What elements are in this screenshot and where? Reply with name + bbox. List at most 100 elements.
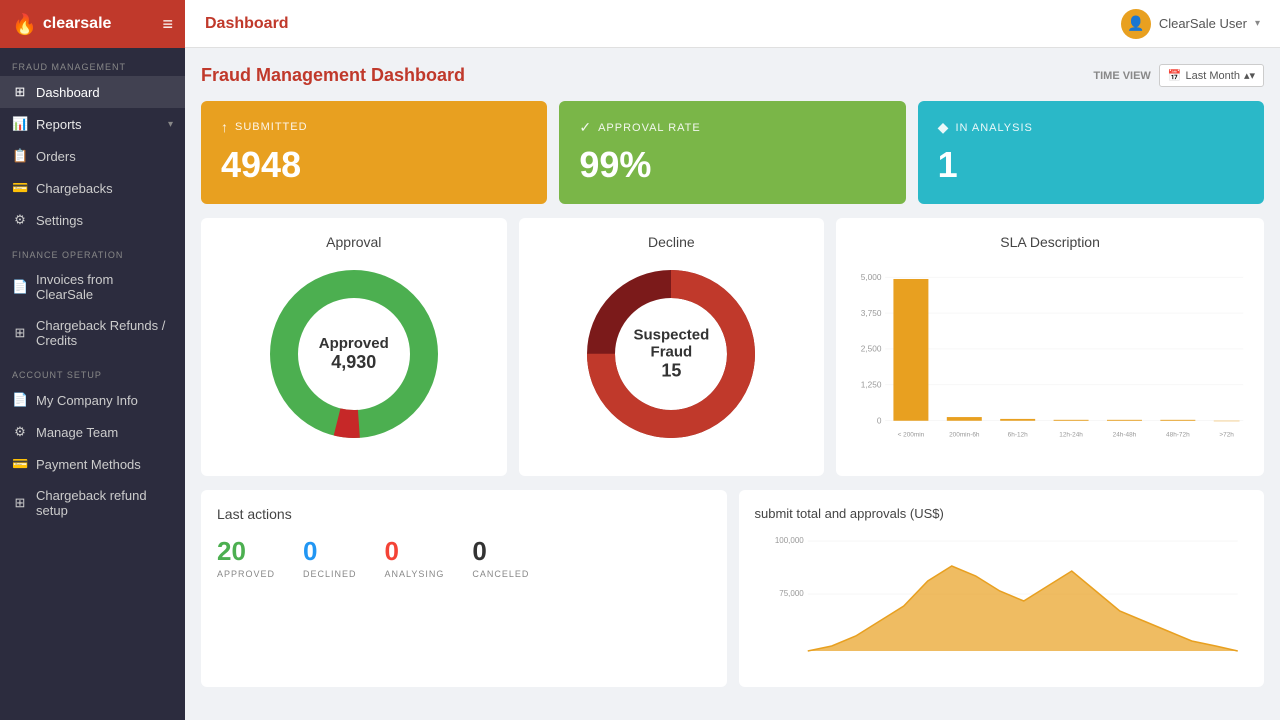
canceled-label: CANCELED (472, 569, 529, 579)
approval-rate-value: 99% (579, 144, 885, 186)
approval-rate-icon: ✓ (579, 119, 592, 136)
dashboard-icon: ⊞ (12, 84, 28, 100)
area-chart: 100,000 75,000 (755, 531, 1249, 671)
sla-bar-chart: 5,000 3,750 2,500 1,250 0 (852, 260, 1248, 460)
sidebar-label-chargeback-setup: Chargeback refund setup (36, 488, 173, 518)
main-content: Dashboard 👤 ClearSale User ▾ Fraud Manag… (185, 0, 1280, 720)
time-view-label: TIME VIEW (1093, 70, 1150, 82)
user-name: ClearSale User (1159, 16, 1247, 31)
svg-text:5,000: 5,000 (861, 273, 882, 282)
reports-icon: 📊 (12, 116, 28, 132)
svg-text:75,000: 75,000 (779, 589, 804, 598)
sidebar-label-settings: Settings (36, 213, 173, 228)
app-logo: 🔥 clearsale (12, 12, 111, 37)
time-period-selector[interactable]: 📅 Last Month ▴▾ (1159, 64, 1264, 87)
avatar: 👤 (1121, 9, 1151, 39)
reports-arrow-icon: ▾ (168, 119, 173, 130)
stats-row: ↑ SUBMITTED 4948 ✓ APPROVAL RATE 99% ◆ I… (201, 101, 1264, 204)
sidebar-item-chargebacks[interactable]: 💳 Chargebacks (0, 172, 185, 204)
approval-donut-center: Approved 4,930 (319, 335, 389, 373)
dashboard-content: Fraud Management Dashboard TIME VIEW 📅 L… (185, 48, 1280, 720)
sidebar-section-fraud: FRAUD MANAGEMENT (0, 48, 185, 76)
in-analysis-icon: ◆ (938, 119, 950, 136)
svg-text:200min-6h: 200min-6h (949, 431, 980, 438)
in-analysis-value: 1 (938, 144, 1244, 186)
svg-text:24h-48h: 24h-48h (1113, 431, 1137, 438)
declined-label: DECLINED (303, 569, 357, 579)
company-icon: 📄 (12, 392, 28, 408)
sidebar-label-dashboard: Dashboard (36, 85, 173, 100)
action-analysing: 0 ANALYSING (385, 536, 445, 579)
time-view-control: TIME VIEW 📅 Last Month ▴▾ (1093, 64, 1264, 87)
sidebar-label-payment-methods: Payment Methods (36, 457, 173, 472)
user-dropdown-icon: ▾ (1255, 18, 1260, 29)
svg-text:< 200min: < 200min (898, 431, 925, 438)
sla-chart-title: SLA Description (852, 234, 1248, 250)
svg-text:6h-12h: 6h-12h (1008, 431, 1028, 438)
team-icon: ⚙ (12, 424, 28, 440)
sidebar-label-reports: Reports (36, 117, 160, 132)
svg-text:12h-24h: 12h-24h (1059, 431, 1083, 438)
dashboard-header: Fraud Management Dashboard TIME VIEW 📅 L… (201, 64, 1264, 87)
area-chart-card: submit total and approvals (US$) 100,000… (739, 490, 1265, 687)
in-analysis-label: IN ANALYSIS (955, 122, 1032, 134)
approval-center-value: 4,930 (319, 352, 389, 373)
sidebar-item-invoices[interactable]: 📄 Invoices from ClearSale (0, 264, 185, 310)
sidebar-label-chargebacks: Chargebacks (36, 181, 173, 196)
last-actions-title: Last actions (217, 506, 711, 522)
actions-stats: 20 APPROVED 0 DECLINED 0 ANALYSING 0 CAN… (217, 536, 711, 579)
sidebar-item-payment-methods[interactable]: 💳 Payment Methods (0, 448, 185, 480)
action-declined: 0 DECLINED (303, 536, 357, 579)
action-approved: 20 APPROVED (217, 536, 275, 579)
chargebacks-icon: 💳 (12, 180, 28, 196)
svg-text:3,750: 3,750 (861, 309, 882, 318)
payment-icon: 💳 (12, 456, 28, 472)
last-actions-card: Last actions 20 APPROVED 0 DECLINED 0 AN… (201, 490, 727, 687)
sidebar-item-settings[interactable]: ⚙ Settings (0, 204, 185, 236)
top-bar: Dashboard 👤 ClearSale User ▾ (185, 0, 1280, 48)
sidebar-item-my-company[interactable]: 📄 My Company Info (0, 384, 185, 416)
logo-icon: 🔥 (12, 12, 37, 37)
chargeback-setup-icon: ⊞ (12, 495, 28, 511)
stat-approval-rate: ✓ APPROVAL RATE 99% (559, 101, 905, 204)
invoices-icon: 📄 (12, 279, 28, 295)
decline-chart-card: Decline Suspected Fraud 15 (519, 218, 825, 476)
chargeback-refunds-icon: ⊞ (12, 325, 28, 341)
sidebar-item-reports[interactable]: 📊 Reports ▾ (0, 108, 185, 140)
approval-chart-card: Approval Approved 4,930 (201, 218, 507, 476)
sidebar-item-orders[interactable]: 📋 Orders (0, 140, 185, 172)
dashboard-title: Fraud Management Dashboard (201, 65, 465, 86)
hamburger-button[interactable]: ≡ (162, 14, 173, 35)
decline-donut-center: Suspected Fraud 15 (626, 327, 716, 382)
decline-center-label: Suspected Fraud (626, 327, 716, 361)
sidebar-item-dashboard[interactable]: ⊞ Dashboard (0, 76, 185, 108)
settings-icon: ⚙ (12, 212, 28, 228)
sidebar-item-chargeback-refunds[interactable]: ⊞ Chargeback Refunds / Credits (0, 310, 185, 356)
svg-text:100,000: 100,000 (774, 536, 803, 545)
time-period-arrow: ▴▾ (1244, 69, 1255, 82)
bottom-row: Last actions 20 APPROVED 0 DECLINED 0 AN… (201, 490, 1264, 687)
logo-text: clearsale (43, 15, 112, 33)
submitted-value: 4948 (221, 144, 527, 186)
sidebar-header: 🔥 clearsale ≡ (0, 0, 185, 48)
orders-icon: 📋 (12, 148, 28, 164)
sidebar-item-manage-team[interactable]: ⚙ Manage Team (0, 416, 185, 448)
canceled-value: 0 (472, 536, 486, 567)
stat-submitted: ↑ SUBMITTED 4948 (201, 101, 547, 204)
sidebar-label-orders: Orders (36, 149, 173, 164)
middle-row: Approval Approved 4,930 (201, 218, 1264, 476)
action-canceled: 0 CANCELED (472, 536, 529, 579)
sidebar-label-chargeback-refunds: Chargeback Refunds / Credits (36, 318, 173, 348)
svg-text:2,500: 2,500 (861, 345, 882, 354)
svg-text:48h-72h: 48h-72h (1166, 431, 1190, 438)
decline-center-value: 15 (626, 361, 716, 382)
user-menu[interactable]: 👤 ClearSale User ▾ (1121, 9, 1260, 39)
approved-value: 20 (217, 536, 246, 567)
approval-donut: Approved 4,930 (264, 264, 444, 444)
declined-value: 0 (303, 536, 317, 567)
sidebar-label-invoices: Invoices from ClearSale (36, 272, 173, 302)
decline-donut: Suspected Fraud 15 (581, 264, 761, 444)
submitted-icon: ↑ (221, 119, 229, 135)
calendar-icon: 📅 (1168, 69, 1182, 82)
sidebar-item-chargeback-setup[interactable]: ⊞ Chargeback refund setup (0, 480, 185, 526)
